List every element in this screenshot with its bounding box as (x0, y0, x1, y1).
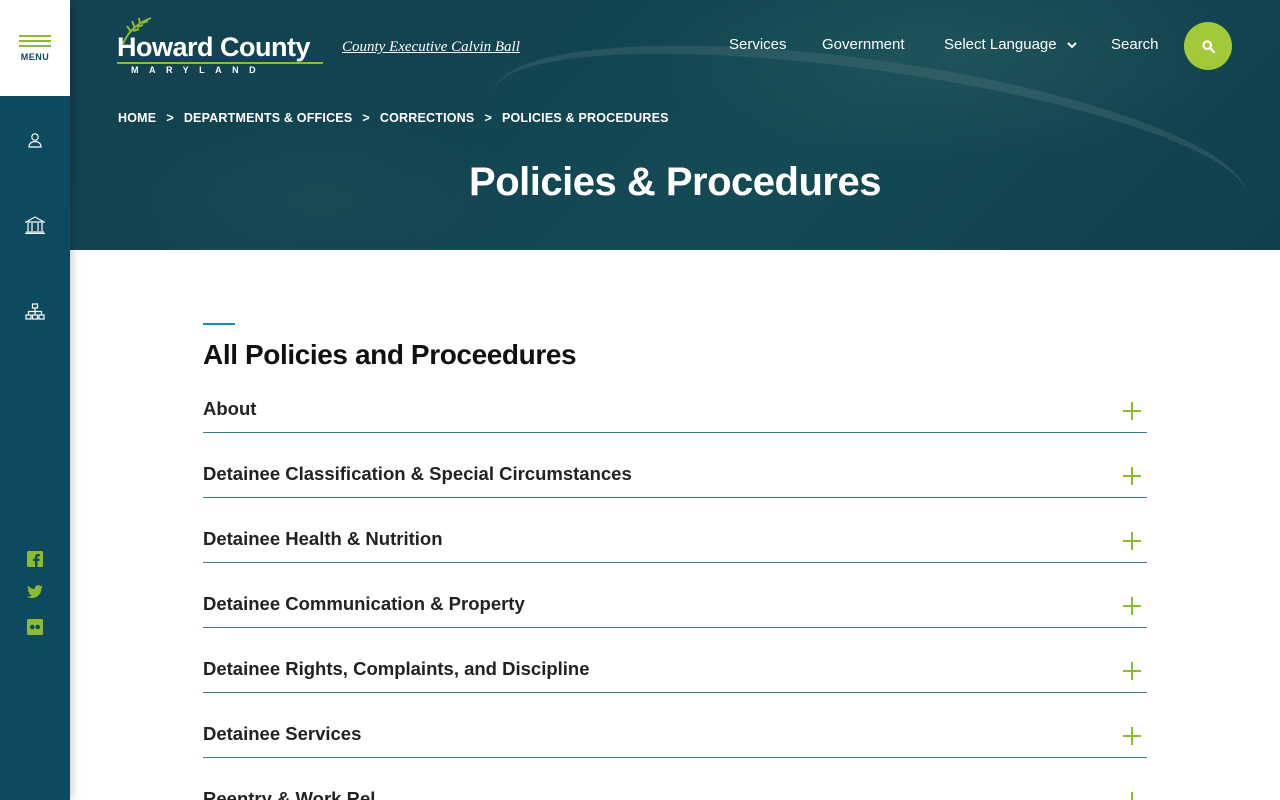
accordion-item-health[interactable]: Detainee Health & Nutrition (203, 498, 1147, 563)
language-select[interactable]: Select Language (944, 36, 1077, 53)
logo-underline (117, 62, 323, 64)
plus-icon[interactable] (1123, 597, 1141, 615)
accordion-item-communication[interactable]: Detainee Communication & Property (203, 563, 1147, 628)
government-building-icon[interactable] (0, 205, 70, 245)
accordion-item-rights[interactable]: Detainee Rights, Complaints, and Discipl… (203, 628, 1147, 693)
accordion-label: Detainee Rights, Complaints, and Discipl… (203, 658, 590, 679)
policies-accordion: About Detainee Classification & Special … (203, 381, 1147, 800)
accordion-item-about[interactable]: About (203, 381, 1147, 433)
accordion-item-services[interactable]: Detainee Services (203, 693, 1147, 758)
plus-icon[interactable] (1123, 402, 1141, 420)
heading-accent-bar (203, 323, 235, 325)
left-rail: MENU (0, 0, 70, 800)
accordion-label: About (203, 398, 257, 419)
page-title: Policies & Procedures (469, 160, 881, 204)
accordion-item-reentry[interactable]: Reentry & Work Rel... (203, 758, 1147, 800)
section-heading: All Policies and Proceedures (203, 339, 577, 370)
accordion-label: Detainee Classification & Special Circum… (203, 463, 632, 484)
accordion-label: Detainee Health & Nutrition (203, 528, 443, 549)
accordion-label: Detainee Services (203, 723, 362, 744)
breadcrumb-separator: > (362, 111, 370, 125)
menu-button[interactable]: MENU (0, 0, 70, 96)
search-button[interactable] (1184, 22, 1232, 70)
chevron-down-icon (1066, 41, 1077, 48)
twitter-icon[interactable] (26, 583, 44, 601)
breadcrumb: HOME > DEPARTMENTS & OFFICES > CORRECTIO… (118, 111, 669, 125)
breadcrumb-current: POLICIES & PROCEDURES (501, 111, 669, 125)
plus-icon[interactable] (1123, 662, 1141, 680)
logo-subtitle: MARYLAND (131, 65, 267, 75)
county-executive-link[interactable]: County Executive Calvin Ball (342, 39, 520, 56)
nav-search[interactable]: Search (1111, 36, 1159, 53)
main-content: All Policies and Proceedures About Detai… (203, 323, 1147, 800)
plus-icon[interactable] (1123, 467, 1141, 485)
menu-label: MENU (20, 51, 50, 62)
plus-icon[interactable] (1123, 792, 1141, 800)
breadcrumb-home[interactable]: HOME (118, 111, 156, 125)
plus-icon[interactable] (1123, 727, 1141, 745)
breadcrumb-separator: > (166, 111, 174, 125)
nav-government[interactable]: Government (822, 36, 905, 53)
county-logo[interactable]: Howard County MARYLAND (117, 16, 329, 78)
breadcrumb-corrections[interactable]: CORRECTIONS (380, 111, 475, 125)
accordion-label: Detainee Communication & Property (203, 593, 525, 614)
breadcrumb-departments[interactable]: DEPARTMENTS & OFFICES (184, 111, 353, 125)
user-icon[interactable] (0, 120, 70, 160)
hamburger-icon (19, 34, 51, 47)
facebook-icon[interactable] (26, 550, 44, 568)
sitemap-icon[interactable] (0, 292, 70, 332)
language-select-label: Select Language (944, 36, 1057, 53)
accordion-item-classification[interactable]: Detainee Classification & Special Circum… (203, 433, 1147, 498)
search-icon (1201, 39, 1215, 53)
nav-services[interactable]: Services (729, 36, 787, 53)
flickr-icon[interactable] (26, 618, 44, 636)
plus-icon[interactable] (1123, 532, 1141, 550)
logo-title: Howard County (117, 32, 311, 62)
accordion-label: Reentry & Work Rel... (203, 788, 391, 800)
breadcrumb-separator: > (484, 111, 492, 125)
